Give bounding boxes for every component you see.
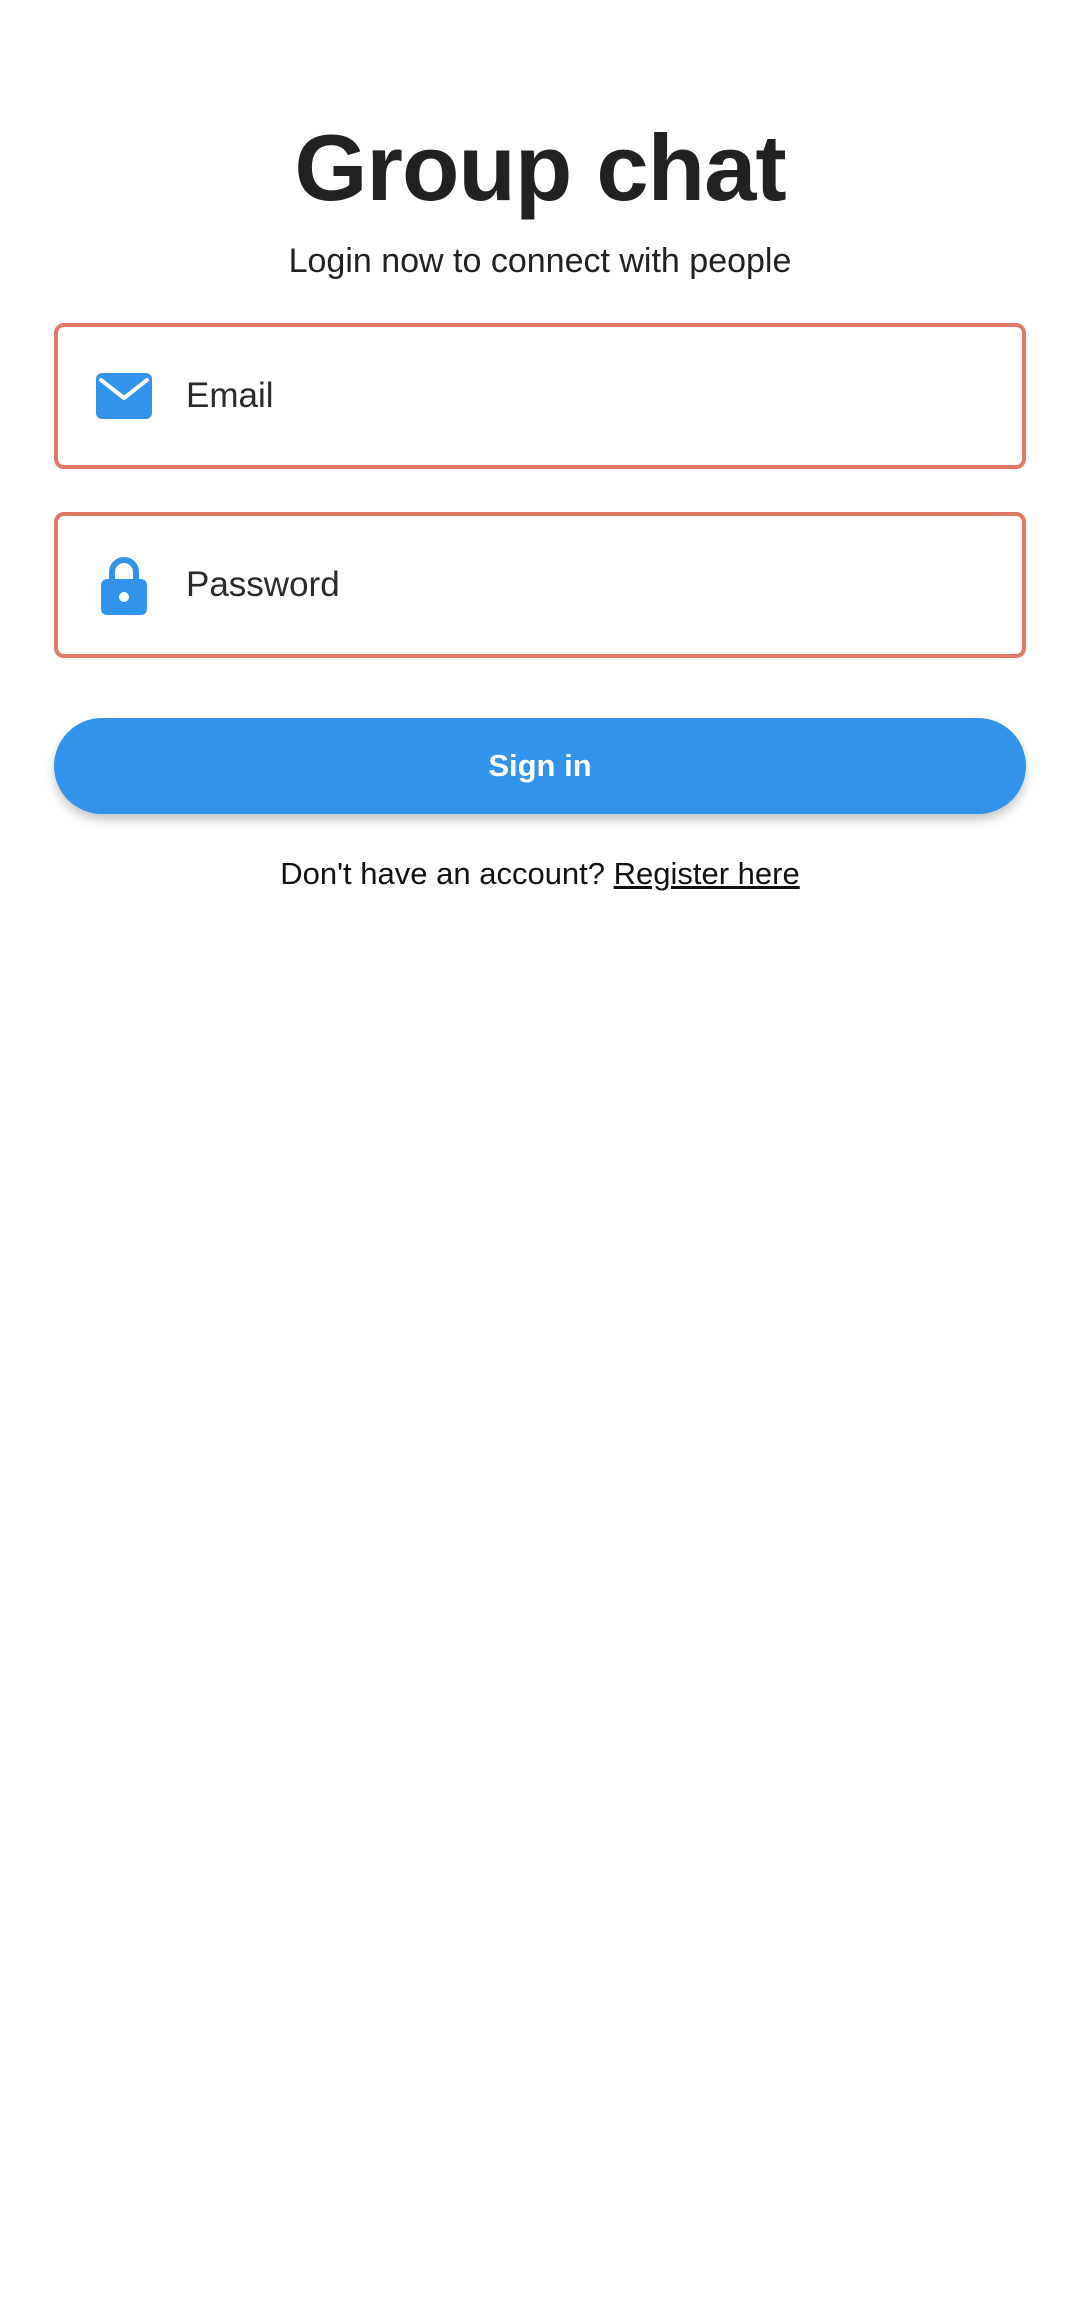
register-prompt: Don't have an account?: [280, 856, 614, 891]
sign-in-button[interactable]: Sign in: [54, 718, 1026, 814]
password-input[interactable]: [186, 516, 986, 654]
envelope-icon: [94, 366, 154, 426]
register-row: Don't have an account? Register here: [0, 852, 1080, 896]
password-field[interactable]: [54, 512, 1026, 658]
lock-icon: [94, 555, 154, 615]
email-input[interactable]: [186, 327, 986, 465]
page-subtitle: Login now to connect with people: [288, 242, 792, 280]
login-screen: Group chat Login now to connect with peo…: [0, 0, 1080, 2298]
page-title: Group chat: [294, 115, 786, 220]
email-field[interactable]: [54, 323, 1026, 469]
register-link[interactable]: Register here: [614, 856, 800, 891]
